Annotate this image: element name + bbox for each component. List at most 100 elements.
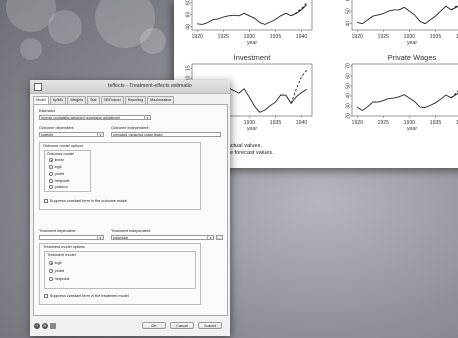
tab-model[interactable]: Model — [33, 96, 49, 104]
outcome-dependent-label: Outcome dependent: — [39, 126, 75, 130]
panel-title: Investment — [234, 53, 272, 62]
plot-frame — [191, 0, 313, 31]
tab-maximization[interactable]: Maximization — [147, 96, 175, 104]
estimator-select[interactable]: Inverse-probability-weighted regression … — [39, 115, 151, 120]
radio-selected-icon — [49, 158, 53, 162]
chevron-down-icon: ▾ — [97, 133, 103, 136]
reset-icon[interactable]: R — [42, 323, 48, 329]
teffects-dialog: teffects - Treatment-effects estimatio M… — [30, 80, 230, 336]
actual-series-line — [197, 4, 308, 25]
tab-se-robust[interactable]: SE/Robust — [100, 96, 124, 104]
outcome-independent-value: prenatal1 mmarried mage fbaby — [113, 133, 163, 137]
chevron-down-icon: ▾ — [144, 116, 150, 119]
radio-treat-probit[interactable]: probit — [49, 269, 64, 273]
radio-treat-hetprobit-label: hetprobit — [54, 277, 70, 281]
outcome-model-options-group: Outcome model options Outcome model line… — [39, 142, 201, 210]
x-axis-label: year — [407, 40, 417, 46]
background-decoration — [0, 0, 190, 80]
treatment-model-options-label: Treatment model options — [43, 245, 85, 249]
tab-bar: Model by/if/in Weights Stat SE/Robust Re… — [33, 96, 175, 104]
x-tick-label: 1940 — [296, 34, 308, 40]
treatment-independent-label: Treatment independent: — [111, 229, 152, 233]
tab-by-if-in[interactable]: by/if/in — [49, 96, 67, 104]
estimator-value: Inverse-probability-weighted regression … — [41, 116, 121, 120]
x-tick-label: 1925 — [378, 120, 390, 126]
checkbox-icon — [44, 294, 48, 298]
window-icon — [34, 83, 42, 91]
tab-reporting[interactable]: Reporting — [124, 96, 147, 104]
x-tick-label: 1935 — [270, 34, 282, 40]
x-tick-label: 1935 — [270, 120, 282, 126]
radio-treat-probit-label: probit — [54, 269, 65, 273]
estimator-label: Estimator — [39, 109, 56, 113]
radio-hetprobit[interactable]: hetprobit — [49, 179, 69, 183]
x-tick-label: 1920 — [191, 34, 203, 40]
cancel-button[interactable]: Cancel — [170, 322, 194, 329]
suppress-treatment-label: Suppress constant term in the treatment … — [49, 294, 129, 298]
radio-selected-icon — [49, 261, 53, 265]
outcome-model-label: Outcome model — [47, 152, 74, 156]
radio-icon — [49, 185, 53, 189]
y-tick-label: 30 — [346, 103, 352, 109]
radio-icon — [49, 179, 53, 183]
outcome-independent-label: Outcome independent: — [111, 126, 150, 130]
tab-weights[interactable]: Weights — [67, 96, 87, 104]
y-tick-label: 60 — [346, 73, 352, 79]
y-tick-label: 70 — [346, 63, 352, 69]
radio-treat-logit-label: logit — [54, 261, 62, 265]
help-icon[interactable]: ? — [34, 323, 40, 329]
outcome-dependent-value: bweight — [41, 133, 54, 137]
dialog-titlebar[interactable]: teffects - Treatment-effects estimatio — [30, 80, 230, 94]
treatment-dependent-label: Treatment dependent: — [39, 229, 77, 233]
forecast-series-line — [450, 90, 458, 99]
treatment-independent-more-button[interactable]: ... — [216, 235, 223, 240]
radio-poisson-label: poisson — [54, 185, 68, 189]
x-tick-label: 1920 — [351, 120, 363, 126]
y-tick-label: 15 — [186, 65, 192, 71]
treatment-model-options-group: Treatment model options Treatment model … — [39, 243, 201, 305]
dialog-title: teffects - Treatment-effects estimatio — [108, 83, 192, 89]
radio-icon — [49, 277, 53, 281]
plot-frame — [351, 0, 458, 31]
ok-button[interactable]: OK — [142, 322, 166, 329]
outcome-dependent-field[interactable]: bweight ▾ — [39, 132, 104, 137]
treatment-model-group: Treatment model logit probit hetprobit — [44, 251, 196, 289]
y-tick-label: 40 — [346, 21, 352, 27]
radio-probit[interactable]: probit — [49, 172, 64, 176]
outcome-model-options-label: Outcome model options — [43, 144, 84, 148]
radio-treat-hetprobit[interactable]: hetprobit — [49, 277, 69, 281]
x-tick-label: 1920 — [351, 34, 363, 40]
radio-poisson[interactable]: poisson — [49, 185, 68, 189]
model-panel: Estimator Inverse-probability-weighted r… — [33, 104, 228, 316]
radio-icon — [49, 269, 53, 273]
suppress-outcome-constant-checkbox[interactable]: Suppress constant term in the outcome mo… — [44, 199, 127, 203]
forecast-series-line — [290, 2, 308, 17]
radio-linear[interactable]: linear — [49, 158, 64, 162]
treatment-dependent-field[interactable]: ▾ — [39, 235, 104, 240]
suppress-treatment-constant-checkbox[interactable]: Suppress constant term in the treatment … — [44, 294, 129, 298]
chevron-down-icon: ▾ — [207, 236, 213, 239]
treatment-model-label: Treatment model — [47, 253, 76, 257]
radio-treat-logit[interactable]: logit — [49, 261, 62, 265]
y-tick-label: 20 — [346, 113, 352, 119]
y-tick-label: 60 — [346, 0, 352, 1]
x-axis-label: year — [247, 126, 257, 132]
tab-stat[interactable]: Stat — [87, 96, 100, 104]
chevron-down-icon: ▾ — [97, 236, 103, 239]
radio-logit[interactable]: logit — [49, 165, 62, 169]
forecast-series-line — [290, 69, 308, 104]
radio-icon — [49, 165, 53, 169]
x-tick-label: 1940 — [296, 120, 308, 126]
treatment-independent-field[interactable]: mbsmoke ▾ — [111, 235, 214, 240]
plot-frame — [351, 63, 458, 117]
x-tick-label: 1935 — [430, 34, 442, 40]
actual-series-line — [357, 5, 458, 25]
submit-button[interactable]: Submit — [198, 322, 222, 329]
checkbox-icon — [44, 199, 48, 203]
treatment-independent-value: mbsmoke — [113, 236, 129, 240]
outcome-independent-field[interactable]: prenatal1 mmarried mage fbaby — [111, 132, 221, 137]
outcome-model-group: Outcome model linear logit probit hetpro… — [44, 150, 91, 192]
copy-icon[interactable] — [50, 323, 56, 329]
y-tick-label: 50 — [346, 83, 352, 89]
x-tick-label: 1925 — [378, 34, 390, 40]
